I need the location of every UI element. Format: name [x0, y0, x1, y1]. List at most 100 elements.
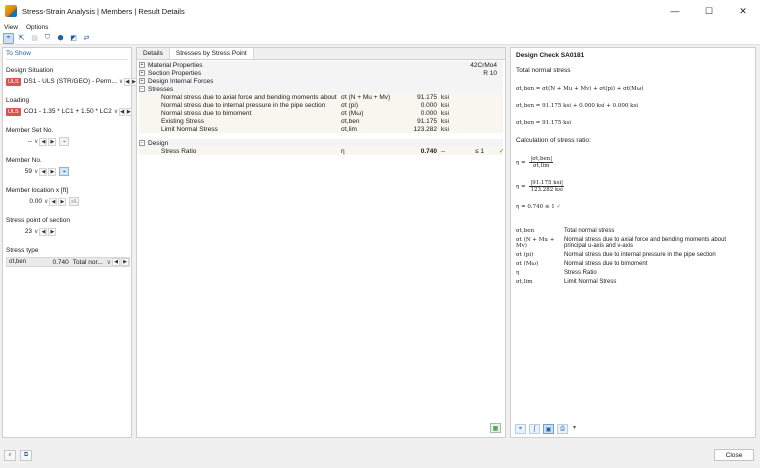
prev-arrow-icon[interactable]: ◀ — [39, 227, 48, 236]
next-arrow-icon[interactable]: ▶ — [125, 107, 132, 116]
menu-bar: View Options — [0, 22, 760, 32]
next-arrow-icon[interactable]: ▶ — [121, 258, 129, 266]
material-value: 42CrMo4 — [470, 61, 497, 69]
menu-options[interactable]: Options — [26, 24, 48, 31]
row-value: 123.282 — [413, 125, 438, 133]
table-row[interactable]: Normal stress due to axial force and ben… — [139, 93, 503, 101]
location-combo[interactable]: 0.00 ∨ ◀ ▶ x/L — [6, 197, 128, 206]
table-row[interactable]: Existing Stress σt,ben 91.175 ksi — [139, 117, 503, 125]
prev-arrow-icon[interactable]: ◀ — [49, 197, 58, 206]
next-arrow-icon[interactable]: ▶ — [48, 137, 57, 146]
chevron-down-icon[interactable]: ∨ — [107, 259, 111, 266]
legend-row: σt,lim Limit Normal Stress — [516, 279, 750, 285]
loading-combo[interactable]: ULS CO1 - 1.35 * LC1 + 1.50 * LC2 ∨ ◀ ▶ — [6, 107, 132, 116]
row-label: Limit Normal Stress — [161, 125, 218, 133]
select-member-icon[interactable]: ⌖ — [3, 32, 14, 44]
section-value: R 10 — [483, 69, 497, 77]
model-view-icon[interactable]: ⬢ — [55, 33, 66, 44]
print-icon[interactable]: ⎙ — [557, 424, 568, 434]
close-button[interactable]: Close — [714, 449, 754, 461]
tree-label: Design Internal Forces — [148, 77, 214, 85]
table-row[interactable]: Limit Normal Stress σt,lim 123.282 ksi — [139, 125, 503, 133]
tab-bar: Details Stresses by Stress Point — [137, 48, 505, 60]
row-label: Stress Ratio — [161, 147, 197, 155]
row-unit: ksi — [441, 125, 449, 133]
check-ok-icon: ✓ — [499, 148, 505, 155]
prev-arrow-icon[interactable]: ◀ — [39, 137, 48, 146]
chevron-down-icon[interactable]: ∨ — [34, 228, 38, 235]
member-combo[interactable]: 59 ∨ ◀ ▶ ⌖ — [6, 167, 128, 176]
stress-point-combo[interactable]: 23 ∨ ◀ ▶ — [6, 227, 128, 236]
member-group: Member No. 59 ∨ ◀ ▶ ⌖ — [6, 157, 128, 176]
tree-material-properties[interactable]: + Material Properties 42CrMo4 — [139, 61, 503, 69]
tree-design-internal-forces[interactable]: + Design Internal Forces — [139, 77, 503, 85]
table-row[interactable]: Normal stress due to bimoment σt (Mω) 0.… — [139, 109, 503, 117]
stress-point-value: 23 — [24, 228, 32, 235]
full-view-icon[interactable]: ▣ — [543, 424, 554, 434]
member-set-label: Member Set No. — [6, 127, 54, 134]
status-bar: ⌕ ⧉ Close — [0, 443, 760, 468]
tree-design[interactable]: − Design — [139, 139, 503, 147]
next-arrow-icon[interactable]: ▶ — [48, 227, 57, 236]
symbol-view-icon[interactable]: ʃ — [529, 424, 540, 434]
collapse-icon[interactable]: − — [139, 86, 145, 92]
expand-icon[interactable]: + — [139, 62, 145, 68]
fraction-numerator: |91.175 ksi| — [529, 180, 565, 187]
table-row[interactable]: Normal stress due to internal pressure i… — [139, 101, 503, 109]
filter-icon[interactable]: ⛉ — [42, 33, 53, 44]
legend-row: σt (Mω) Normal stress due to bimoment — [516, 261, 750, 267]
chevron-down-icon[interactable]: ∨ — [119, 78, 123, 85]
chevron-down-icon[interactable]: ∨ — [34, 168, 38, 175]
formula-lhs: η = — [516, 160, 526, 166]
location-label: Member location x [ft] — [6, 187, 69, 194]
chevron-down-icon[interactable]: ∨ — [34, 138, 38, 145]
next-arrow-icon[interactable]: ▶ — [58, 197, 67, 206]
table-row[interactable]: Stress Ratio η 0.740 -- ≤ 1 ✓ — [139, 147, 505, 155]
tab-details[interactable]: Details — [137, 48, 170, 59]
pick-member-set-icon[interactable]: ⌖ — [59, 137, 70, 146]
tree-label: Design — [148, 139, 169, 147]
menu-view[interactable]: View — [4, 24, 18, 31]
tab-stresses-by-stress-point[interactable]: Stresses by Stress Point — [169, 48, 254, 59]
minimize-button[interactable]: — — [658, 0, 692, 22]
loading-group: Loading ULS CO1 - 1.35 * LC1 + 1.50 * LC… — [6, 97, 132, 116]
fraction-numerator: |σt,ben| — [529, 156, 554, 163]
prev-arrow-icon[interactable]: ◀ — [112, 258, 121, 266]
row-label: Existing Stress — [161, 117, 204, 125]
legend-symbol: σt (N + Mu + Mv) — [516, 237, 555, 249]
expand-icon[interactable]: + — [139, 78, 145, 84]
member-set-combo[interactable]: -- ∨ ◀ ▶ ⌖ — [6, 137, 128, 146]
tree-stresses[interactable]: − Stresses — [139, 85, 503, 93]
next-arrow-icon[interactable]: ▶ — [48, 167, 57, 176]
collapse-icon[interactable]: − — [139, 140, 145, 146]
design-situation-combo[interactable]: ULS DS1 - ULS (STR/GEO) - Perm... ∨ ◀ ▶ — [6, 77, 138, 86]
chevron-down-icon[interactable]: ∨ — [44, 198, 48, 205]
pick-member-icon[interactable]: ⌖ — [59, 167, 70, 176]
prev-arrow-icon[interactable]: ◀ — [119, 107, 125, 116]
relative-location-icon[interactable]: x/L — [69, 197, 80, 206]
legend-symbol: η — [516, 270, 520, 276]
chevron-down-icon[interactable]: ∨ — [114, 108, 118, 115]
chevron-down-icon[interactable]: ▾ — [573, 424, 576, 434]
tree-section-properties[interactable]: + Section Properties R 10 — [139, 69, 503, 77]
stress-type-combo[interactable]: σt,ben 0.740 Total nor... ∨ ◀ ▶ — [6, 257, 130, 267]
to-show-header: To Show — [6, 50, 128, 60]
prev-arrow-icon[interactable]: ◀ — [39, 167, 48, 176]
export-table-icon[interactable]: ▦ — [490, 423, 501, 433]
design-check-title: Design Check SA0181 — [516, 52, 585, 59]
check-view-icon[interactable]: ◩ — [68, 33, 79, 44]
close-window-button[interactable]: ✕ — [726, 0, 760, 22]
expand-icon[interactable]: + — [139, 70, 145, 76]
pick-icon[interactable]: ⇱ — [16, 33, 27, 44]
table-icon[interactable]: ▤ — [29, 33, 40, 44]
row-condition: ≤ 1 — [475, 147, 484, 155]
search-icon[interactable]: ⌕ — [4, 450, 16, 461]
row-label: Normal stress due to bimoment — [161, 109, 252, 117]
legend-description: Normal stress due to bimoment — [564, 261, 648, 267]
maximize-button[interactable]: ☐ — [692, 0, 726, 22]
prev-arrow-icon[interactable]: ◀ — [124, 77, 131, 86]
exchange-icon[interactable]: ⇄ — [81, 33, 92, 44]
view-model-icon[interactable]: ⧉ — [20, 450, 32, 461]
show-formula-icon[interactable]: ⌖ — [515, 424, 526, 434]
member-set-group: Member Set No. -- ∨ ◀ ▶ ⌖ — [6, 127, 128, 146]
